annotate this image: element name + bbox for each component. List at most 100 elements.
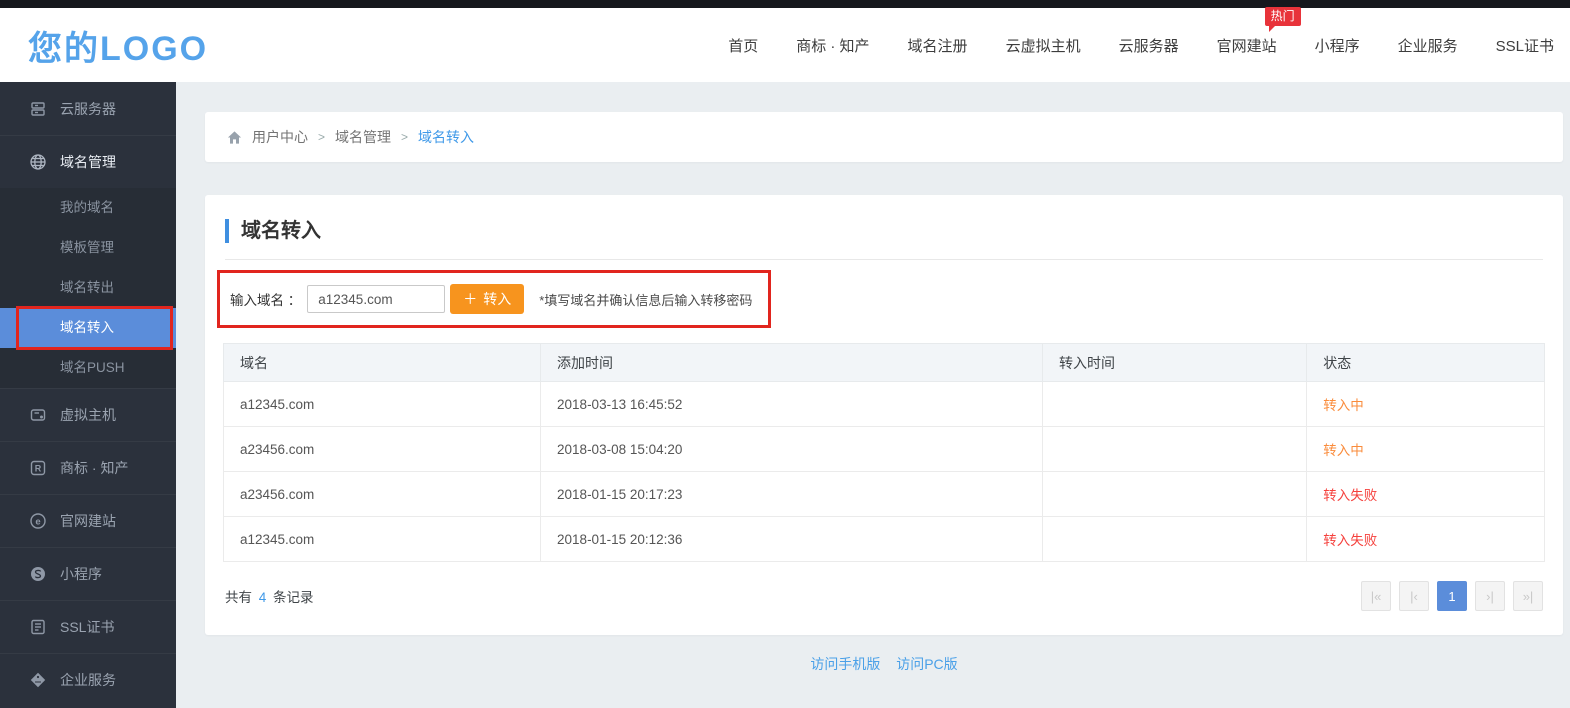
sidebar-item-label: 企业服务 <box>60 670 116 690</box>
nav-cloud-vhost[interactable]: 云虚拟主机 <box>1006 35 1081 56</box>
status-badge: 转入失败 <box>1323 488 1377 503</box>
status-badge: 转入中 <box>1323 398 1364 413</box>
col-header-status: 状态 <box>1307 344 1545 382</box>
pagination-prev-button[interactable]: |‹ <box>1399 581 1429 611</box>
nav-miniprogram[interactable]: 小程序 <box>1315 35 1360 56</box>
breadcrumb-domain-management[interactable]: 域名管理 <box>335 127 391 147</box>
submenu-domain-transfer-in[interactable]: 域名转入 <box>0 308 176 348</box>
col-header-transfer-time: 转入时间 <box>1043 344 1307 382</box>
submenu-domain-push[interactable]: 域名PUSH <box>0 348 176 388</box>
form-hint: *填写域名并确认信息后输入转移密码 <box>539 290 752 309</box>
plus-icon: ＋ <box>463 289 477 309</box>
pagination-next-button[interactable]: ›| <box>1475 581 1505 611</box>
pagination-first-button[interactable]: |« <box>1361 581 1391 611</box>
sidebar-item-label: 官网建站 <box>60 511 116 531</box>
sidebar-item-website-builder[interactable]: e 官网建站 <box>0 494 176 547</box>
website-icon: e <box>29 512 47 530</box>
sidebar-item-cloud-server[interactable]: 云服务器 <box>0 82 176 135</box>
breadcrumb-separator: > <box>401 130 408 144</box>
sidebar-item-label: 小程序 <box>60 564 102 584</box>
cell-added-time: 2018-03-13 16:45:52 <box>541 382 1043 427</box>
status-badge: 转入失败 <box>1323 533 1377 548</box>
domain-input-label: 输入域名 ： <box>230 289 301 309</box>
sidebar-item-label: SSL证书 <box>60 617 114 637</box>
breadcrumb-domain-transfer-in[interactable]: 域名转入 <box>418 127 474 147</box>
status-badge: 转入中 <box>1323 443 1364 458</box>
sidebar-item-domain-management[interactable]: 域名管理 <box>0 135 176 188</box>
nav-trademark[interactable]: 商标 · 知产 <box>796 35 869 56</box>
transfer-in-button-label: 转入 <box>483 289 511 309</box>
header: 您的LOGO 首页 商标 · 知产 域名注册 云虚拟主机 云服务器 官网建站 热… <box>0 8 1570 82</box>
table-footer: 共有 4 条记录 |« |‹ 1 ›| »| <box>223 562 1545 635</box>
top-strip <box>0 0 1570 8</box>
cell-domain: a12345.com <box>224 517 541 562</box>
sidebar-item-trademark[interactable]: R 商标 · 知产 <box>0 441 176 494</box>
nav-ssl[interactable]: SSL证书 <box>1496 35 1554 56</box>
cell-domain: a23456.com <box>224 427 541 472</box>
home-icon <box>227 130 242 145</box>
breadcrumb: 用户中心 > 域名管理 > 域名转入 <box>205 112 1563 162</box>
ssl-cert-icon <box>29 618 47 636</box>
table-header-row: 域名 添加时间 转入时间 状态 <box>224 344 1545 382</box>
cell-transfer-time <box>1043 382 1307 427</box>
miniprogram-icon <box>29 565 47 583</box>
trademark-icon: R <box>29 459 47 477</box>
cell-status: 转入失败 <box>1307 472 1545 517</box>
svg-text:R: R <box>35 463 42 473</box>
cell-transfer-time <box>1043 517 1307 562</box>
submenu-domain-transfer-out[interactable]: 域名转出 <box>0 268 176 308</box>
svg-text:e: e <box>35 516 40 527</box>
mobile-version-link[interactable]: 访问手机版 <box>810 656 880 672</box>
page-title: 域名转入 <box>225 219 1545 243</box>
nav-enterprise[interactable]: 企业服务 <box>1398 35 1458 56</box>
transfer-in-button[interactable]: ＋ 转入 <box>450 284 524 314</box>
records-suffix: 条记录 <box>273 590 314 605</box>
nav-domain-register[interactable]: 域名注册 <box>908 35 968 56</box>
site-logo[interactable]: 您的LOGO <box>28 21 208 70</box>
sidebar-item-enterprise[interactable]: 企业服务 <box>0 653 176 706</box>
top-nav: 首页 商标 · 知产 域名注册 云虚拟主机 云服务器 官网建站 热门 小程序 企… <box>728 35 1554 56</box>
transfer-form-highlight-box: 输入域名 ： ＋ 转入 *填写域名并确认信息后输入转移密码 <box>217 270 771 328</box>
cell-transfer-time <box>1043 427 1307 472</box>
breadcrumb-user-center[interactable]: 用户中心 <box>252 127 308 147</box>
records-summary: 共有 4 条记录 <box>225 586 314 606</box>
pagination-last-button[interactable]: »| <box>1513 581 1543 611</box>
sidebar-item-ssl[interactable]: SSL证书 <box>0 600 176 653</box>
host-icon <box>29 406 47 424</box>
table-row: a12345.com 2018-03-13 16:45:52 转入中 <box>224 382 1545 427</box>
pagination-page-1-button[interactable]: 1 <box>1437 581 1467 611</box>
domain-submenu: 我的域名 模板管理 域名转出 域名转入 域名PUSH <box>0 188 176 388</box>
sidebar-item-label: 商标 · 知产 <box>60 458 128 478</box>
records-count: 4 <box>259 590 267 605</box>
footer-links: 访问手机版 访问PC版 <box>205 654 1563 674</box>
main-content: 用户中心 > 域名管理 > 域名转入 域名转入 输入域名 ： ＋ 转入 *填写域… <box>176 82 1570 708</box>
nav-cloud-server[interactable]: 云服务器 <box>1119 35 1179 56</box>
title-divider <box>225 259 1543 260</box>
col-header-added-time: 添加时间 <box>541 344 1043 382</box>
cell-added-time: 2018-01-15 20:12:36 <box>541 517 1043 562</box>
sidebar-item-virtual-host[interactable]: 虚拟主机 <box>0 388 176 441</box>
hot-badge: 热门 <box>1265 7 1301 26</box>
cell-added-time: 2018-03-08 15:04:20 <box>541 427 1043 472</box>
sidebar-item-miniprogram[interactable]: 小程序 <box>0 547 176 600</box>
sidebar-item-label: 云服务器 <box>60 99 116 119</box>
submenu-my-domains[interactable]: 我的域名 <box>0 188 176 228</box>
nav-website-builder-label: 官网建站 <box>1217 38 1277 55</box>
submenu-item-label: 域名转入 <box>60 320 114 335</box>
table-row: a12345.com 2018-01-15 20:12:36 转入失败 <box>224 517 1545 562</box>
submenu-template-management[interactable]: 模板管理 <box>0 228 176 268</box>
cell-status: 转入失败 <box>1307 517 1545 562</box>
cell-status: 转入中 <box>1307 427 1545 472</box>
table-row: a23456.com 2018-01-15 20:17:23 转入失败 <box>224 472 1545 517</box>
nav-website-builder[interactable]: 官网建站 热门 <box>1217 35 1277 56</box>
sidebar-item-label: 虚拟主机 <box>60 405 116 425</box>
pc-version-link[interactable]: 访问PC版 <box>896 656 957 672</box>
cell-domain: a12345.com <box>224 382 541 427</box>
nav-home[interactable]: 首页 <box>728 35 758 56</box>
cell-transfer-time <box>1043 472 1307 517</box>
cell-added-time: 2018-01-15 20:17:23 <box>541 472 1043 517</box>
col-header-domain: 域名 <box>224 344 541 382</box>
table-row: a23456.com 2018-03-08 15:04:20 转入中 <box>224 427 1545 472</box>
domain-input[interactable] <box>307 285 445 313</box>
breadcrumb-separator: > <box>318 130 325 144</box>
